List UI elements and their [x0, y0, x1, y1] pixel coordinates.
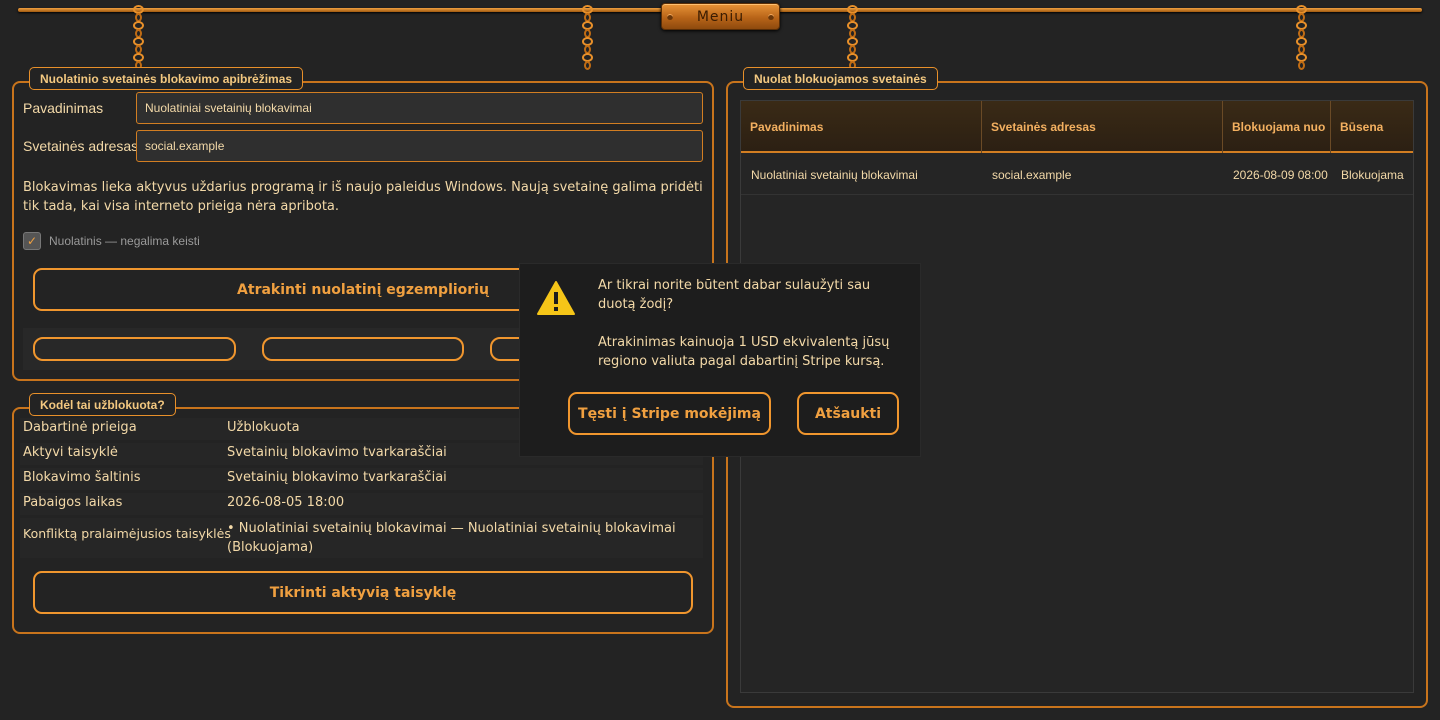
cell-status: Blokuojama — [1341, 168, 1404, 182]
empty-button-2[interactable] — [262, 337, 464, 361]
info-value: Svetainių blokavimo tvarkaraščiai — [227, 445, 447, 460]
info-key: Konfliktą pralaimėjusios taisyklės — [23, 526, 231, 541]
rivet-icon — [768, 14, 774, 20]
rivet-icon — [667, 14, 673, 20]
info-value: • Nuolatiniai svetainių blokavimai — Nuo… — [227, 521, 676, 555]
menu-button[interactable]: Meniu — [661, 3, 780, 30]
info-key: Aktyvi taisyklė — [23, 445, 118, 460]
name-input[interactable] — [136, 92, 703, 124]
address-input[interactable] — [136, 130, 703, 162]
info-key: Pabaigos laikas — [23, 495, 123, 510]
definition-panel-legend: Nuolatinio svetainės blokavimo apibrėžim… — [29, 67, 304, 90]
warning-icon — [537, 281, 575, 315]
address-label: Svetainės adresas — [23, 138, 139, 154]
cell-address: social.example — [992, 168, 1072, 182]
table-row[interactable]: Nuolatiniai svetainių blokavimai social.… — [741, 155, 1413, 195]
permanent-checkbox[interactable]: ✓ — [23, 232, 41, 250]
info-key: Dabartinė prieiga — [23, 420, 137, 435]
permanent-checkbox-label: Nuolatinis — negalima keisti — [49, 234, 200, 248]
info-row: Konfliktą pralaimėjusios taisyklės • Nuo… — [20, 518, 703, 558]
continue-to-stripe-button[interactable]: Tęsti į Stripe mokėjimą — [568, 392, 771, 435]
table-header: Pavadinimas Svetainės adresas Blokuojama… — [741, 101, 1413, 153]
info-value: 2026-08-05 18:00 — [227, 495, 345, 510]
blocked-sites-legend: Nuolat blokuojamos svetainės — [743, 67, 938, 90]
cancel-button[interactable]: Atšaukti — [797, 392, 899, 435]
column-header-address[interactable]: Svetainės adresas — [982, 101, 1223, 153]
cell-blocked-since: 2026-08-09 08:00 — [1233, 168, 1328, 182]
info-value: Svetainių blokavimo tvarkaraščiai — [227, 470, 447, 485]
info-row: Pabaigos laikas 2026-08-05 18:00 — [20, 493, 703, 515]
column-header-status[interactable]: Būsena — [1331, 101, 1415, 153]
dialog-price-note: Atrakinimas kainuoja 1 USD ekvivalentą j… — [598, 335, 890, 369]
dialog-question: Ar tikrai norite būtent dabar sulaužyti … — [598, 278, 871, 312]
empty-button-1[interactable] — [33, 337, 236, 361]
menu-label: Meniu — [696, 8, 745, 25]
info-key: Blokavimo šaltinis — [23, 470, 141, 485]
name-label: Pavadinimas — [23, 100, 104, 116]
chain-decoration — [1294, 5, 1308, 78]
cell-name: Nuolatiniai svetainių blokavimai — [751, 168, 918, 182]
chain-decoration — [580, 5, 594, 78]
dialog-message: Ar tikrai norite būtent dabar sulaužyti … — [598, 276, 908, 371]
why-blocked-legend: Kodėl tai užblokuota? — [29, 393, 176, 416]
column-header-name[interactable]: Pavadinimas — [741, 101, 982, 153]
column-header-blocked-since[interactable]: Blokuojama nuo — [1223, 101, 1331, 153]
block-description: Blokavimas lieka aktyvus uždarius progra… — [23, 180, 703, 214]
confirm-dialog: Ar tikrai norite būtent dabar sulaužyti … — [520, 264, 920, 456]
check-active-rule-button[interactable]: Tikrinti aktyvią taisyklę — [33, 571, 693, 614]
info-row: Blokavimo šaltinis Svetainių blokavimo t… — [20, 468, 703, 490]
info-value: Užblokuota — [227, 420, 300, 435]
check-icon: ✓ — [26, 234, 38, 248]
